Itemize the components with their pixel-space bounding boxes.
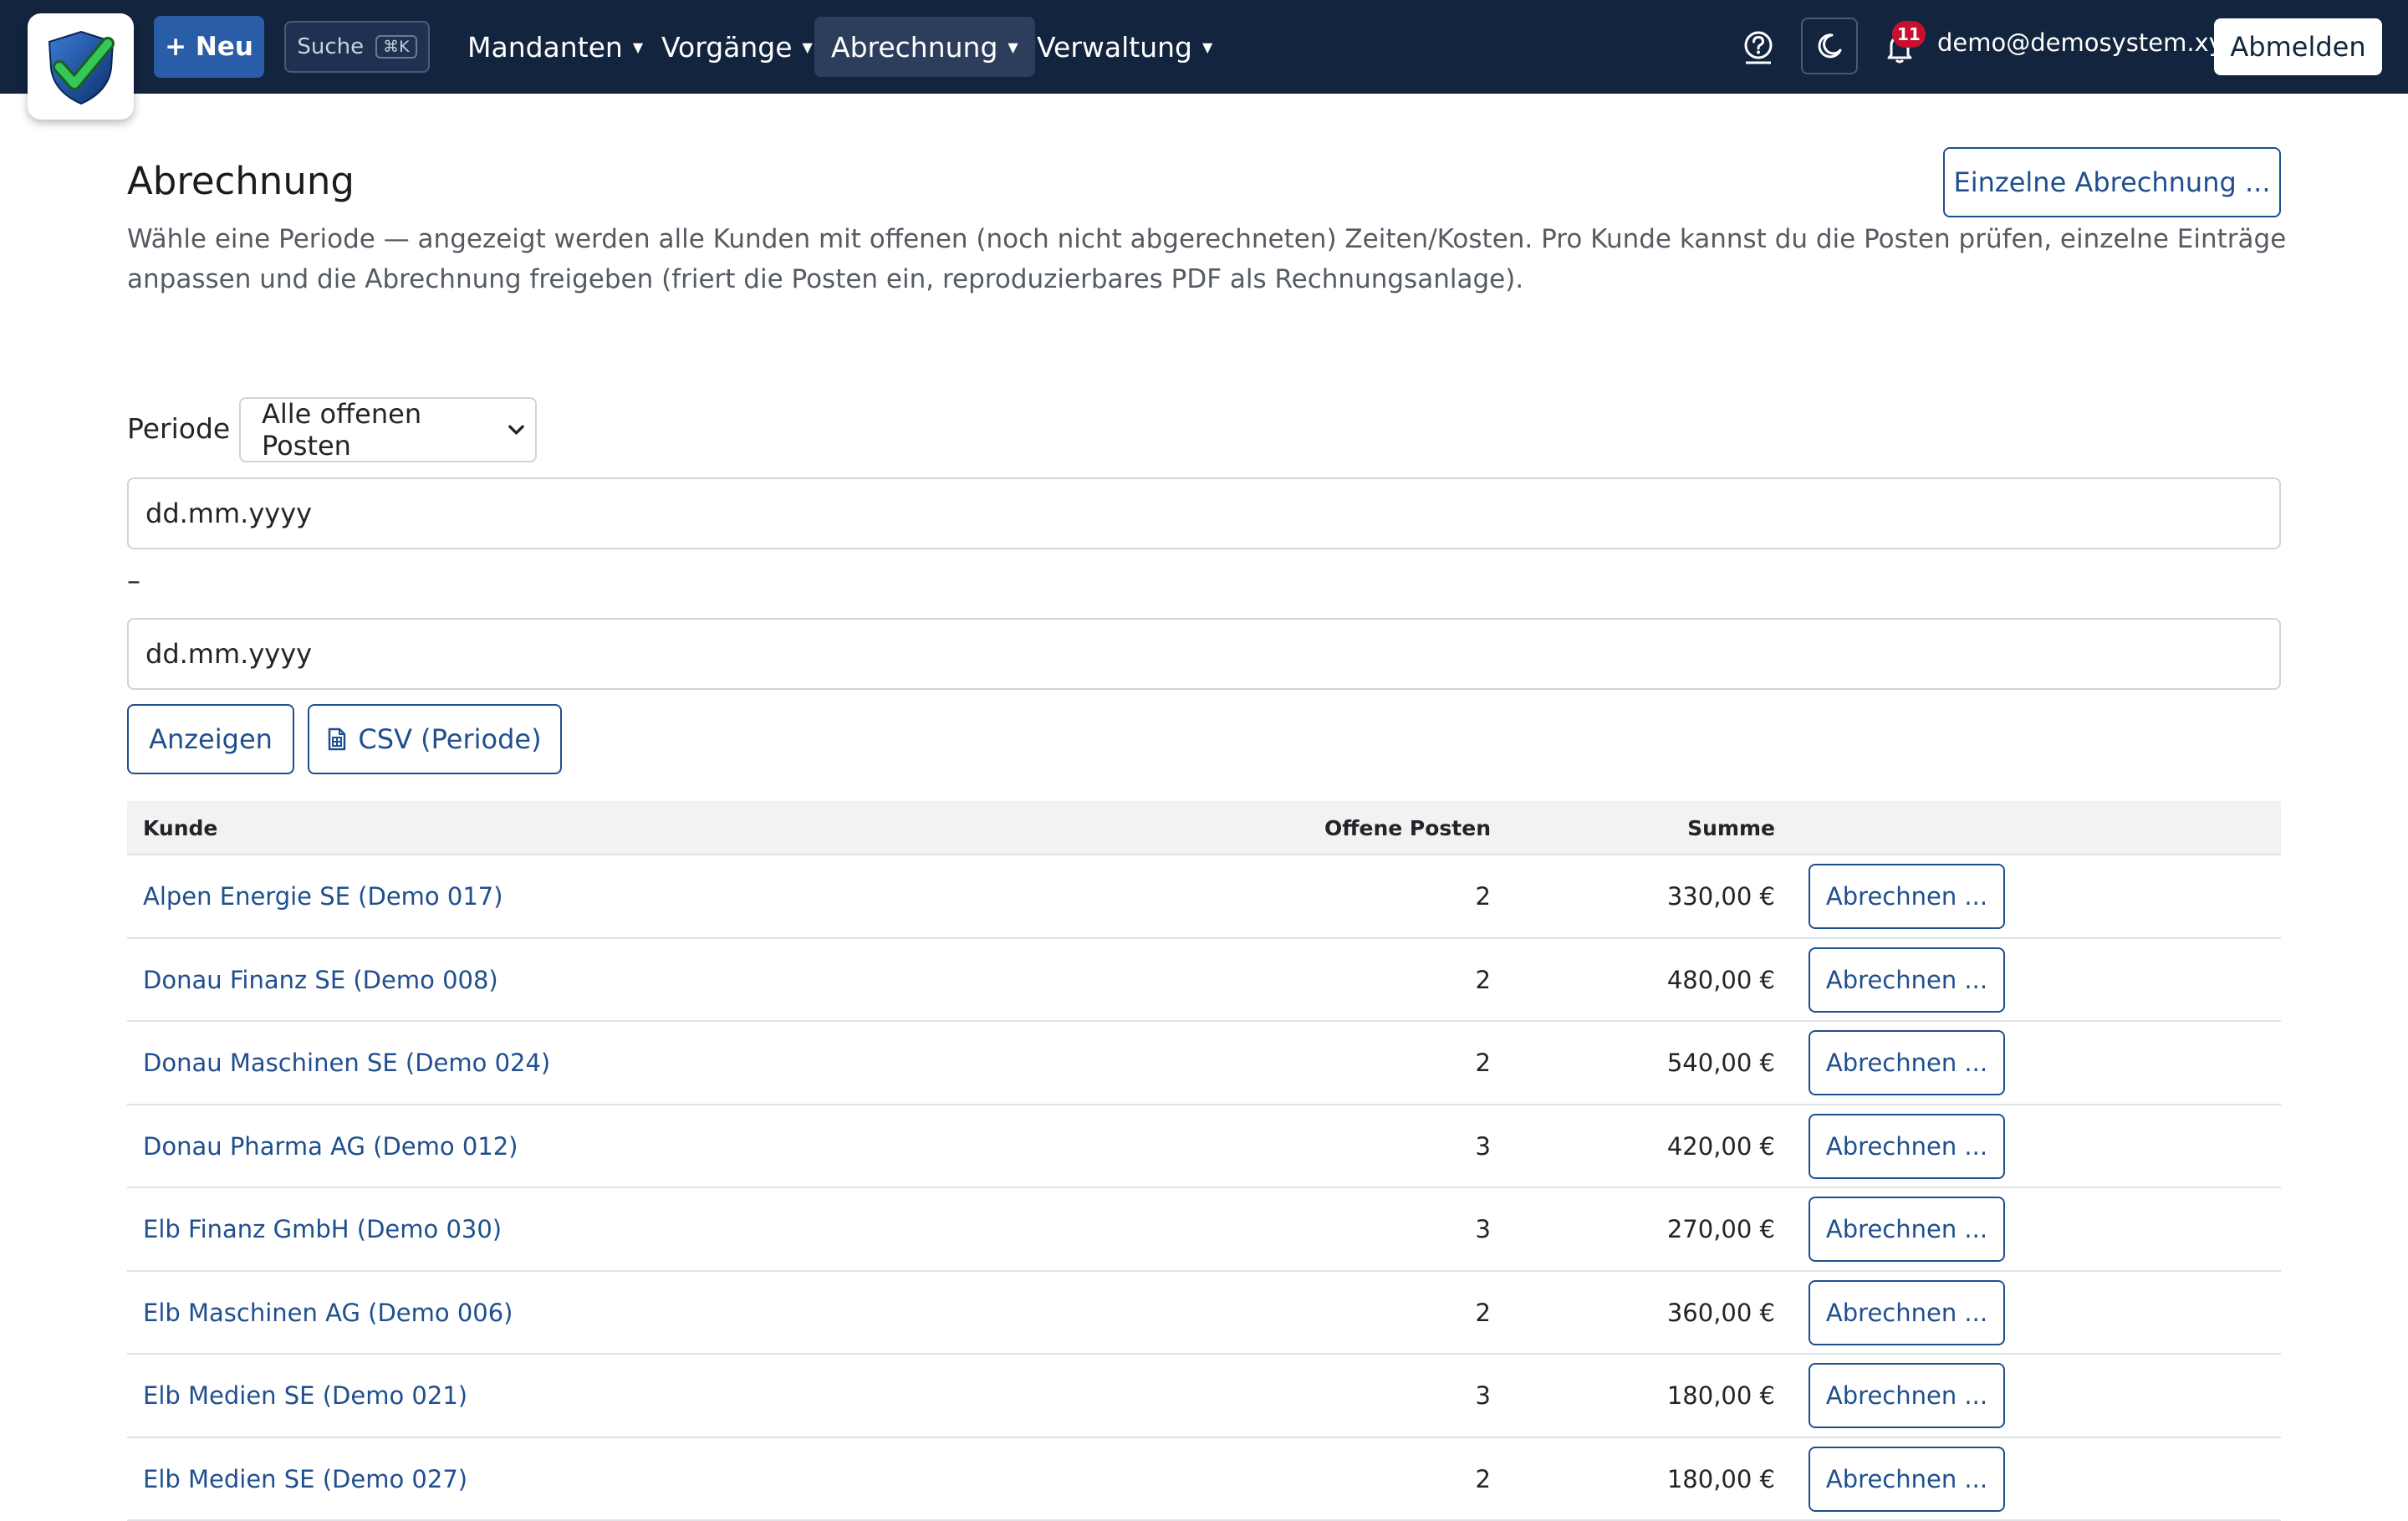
open-items-count: 3 xyxy=(1476,1381,1491,1410)
open-items-count: 2 xyxy=(1476,1465,1491,1493)
open-items-count: 2 xyxy=(1476,882,1491,911)
table-row: Donau Finanz SE (Demo 008) 2 480,00 € Ab… xyxy=(127,939,2281,1023)
csv-export-button[interactable]: CSV (Periode) xyxy=(308,704,562,774)
date-to-input[interactable]: dd.mm.yyyy xyxy=(127,618,2281,690)
help-icon xyxy=(1742,30,1774,65)
billing-table: Kunde Offene Posten Summe Alpen Energie … xyxy=(127,801,2281,1521)
open-items-count: 3 xyxy=(1476,1215,1491,1243)
nav-vorgaenge[interactable]: Vorgänge ▼ xyxy=(645,17,829,77)
column-header-sum: Summe xyxy=(1687,816,1775,840)
help-button[interactable] xyxy=(1739,28,1778,67)
chevron-down-icon xyxy=(508,424,525,436)
sum-value: 420,00 € xyxy=(1667,1132,1775,1161)
open-items-count: 2 xyxy=(1476,1049,1491,1077)
column-header-customer: Kunde xyxy=(143,816,217,840)
customer-link[interactable]: Elb Medien SE (Demo 027) xyxy=(143,1465,467,1493)
bill-customer-button[interactable]: Abrechnen ... xyxy=(1809,1197,2005,1262)
date-from-placeholder: dd.mm.yyyy xyxy=(145,498,312,529)
csv-export-label: CSV (Periode) xyxy=(358,723,541,755)
csv-file-icon xyxy=(328,727,346,751)
bill-customer-button[interactable]: Abrechnen ... xyxy=(1809,1280,2005,1345)
new-button[interactable]: + Neu xyxy=(154,16,264,78)
nav-abrechnung[interactable]: Abrechnung ▼ xyxy=(814,17,1035,77)
single-billing-button[interactable]: Einzelne Abrechnung ... xyxy=(1943,147,2281,217)
date-to-placeholder: dd.mm.yyyy xyxy=(145,638,312,670)
bill-customer-button[interactable]: Abrechnen ... xyxy=(1809,1447,2005,1512)
logout-button[interactable]: Abmelden xyxy=(2214,18,2382,75)
show-button[interactable]: Anzeigen xyxy=(127,704,294,774)
sum-value: 180,00 € xyxy=(1667,1465,1775,1493)
table-row: Elb Medien SE (Demo 021) 3 180,00 € Abre… xyxy=(127,1355,2281,1438)
bill-customer-button[interactable]: Abrechnen ... xyxy=(1809,1363,2005,1428)
period-select[interactable]: Alle offenen Posten xyxy=(239,397,537,462)
table-row: Donau Maschinen SE (Demo 024) 2 540,00 €… xyxy=(127,1022,2281,1105)
sum-value: 540,00 € xyxy=(1667,1049,1775,1077)
user-email: demo@demosystem.xyz xyxy=(1937,28,2236,57)
date-from-input[interactable]: dd.mm.yyyy xyxy=(127,477,2281,549)
sum-value: 270,00 € xyxy=(1667,1215,1775,1243)
open-items-count: 3 xyxy=(1476,1132,1491,1161)
customer-link[interactable]: Donau Finanz SE (Demo 008) xyxy=(143,966,498,994)
nav-verwaltung-label: Verwaltung xyxy=(1037,31,1192,64)
open-items-count: 2 xyxy=(1476,1299,1491,1327)
sum-value: 480,00 € xyxy=(1667,966,1775,994)
page-title: Abrechnung xyxy=(127,159,355,203)
nav-verwaltung[interactable]: Verwaltung ▼ xyxy=(1020,17,1229,77)
caret-down-icon: ▼ xyxy=(803,39,813,55)
date-range-separator: – xyxy=(127,564,140,596)
customer-link[interactable]: Alpen Energie SE (Demo 017) xyxy=(143,882,503,911)
table-row: Donau Pharma AG (Demo 012) 3 420,00 € Ab… xyxy=(127,1105,2281,1189)
sum-value: 330,00 € xyxy=(1667,882,1775,911)
customer-link[interactable]: Donau Pharma AG (Demo 012) xyxy=(143,1132,518,1161)
app-logo[interactable] xyxy=(28,13,134,120)
top-navbar: + Neu Suche ⌘K Mandanten ▼ Vorgänge ▼ Ab… xyxy=(0,0,2408,94)
nav-abrechnung-label: Abrechnung xyxy=(831,31,997,64)
customer-link[interactable]: Elb Maschinen AG (Demo 006) xyxy=(143,1299,513,1327)
caret-down-icon: ▼ xyxy=(633,39,643,55)
period-select-value: Alle offenen Posten xyxy=(262,398,508,462)
nav-mandanten[interactable]: Mandanten ▼ xyxy=(451,17,660,77)
table-row: Elb Medien SE (Demo 027) 2 180,00 € Abre… xyxy=(127,1438,2281,1521)
column-header-open-items: Offene Posten xyxy=(1324,816,1491,840)
bill-customer-button[interactable]: Abrechnen ... xyxy=(1809,1030,2005,1095)
search-shortcut: ⌘K xyxy=(375,35,416,59)
shield-check-logo-icon xyxy=(41,25,121,109)
search-button[interactable]: Suche ⌘K xyxy=(284,21,430,73)
customer-link[interactable]: Elb Medien SE (Demo 021) xyxy=(143,1381,467,1410)
page-description: Wähle eine Periode — angezeigt werden al… xyxy=(127,219,2293,299)
bill-customer-button[interactable]: Abrechnen ... xyxy=(1809,1114,2005,1179)
search-label: Suche xyxy=(297,34,364,59)
sum-value: 360,00 € xyxy=(1667,1299,1775,1327)
table-row: Elb Maschinen AG (Demo 006) 2 360,00 € A… xyxy=(127,1272,2281,1355)
nav-vorgaenge-label: Vorgänge xyxy=(661,31,793,64)
table-header: Kunde Offene Posten Summe xyxy=(127,801,2281,855)
caret-down-icon: ▼ xyxy=(1202,39,1212,55)
moon-icon xyxy=(1815,32,1844,60)
period-label: Periode xyxy=(127,412,230,445)
caret-down-icon: ▼ xyxy=(1008,39,1018,55)
notification-count-badge: 11 xyxy=(1892,21,1926,48)
bill-customer-button[interactable]: Abrechnen ... xyxy=(1809,947,2005,1013)
nav-mandanten-label: Mandanten xyxy=(467,31,623,64)
sum-value: 180,00 € xyxy=(1667,1381,1775,1410)
table-row: Alpen Energie SE (Demo 017) 2 330,00 € A… xyxy=(127,855,2281,939)
open-items-count: 2 xyxy=(1476,966,1491,994)
customer-link[interactable]: Donau Maschinen SE (Demo 024) xyxy=(143,1049,550,1077)
table-row: Elb Finanz GmbH (Demo 030) 3 270,00 € Ab… xyxy=(127,1188,2281,1272)
theme-toggle-button[interactable] xyxy=(1801,18,1858,74)
customer-link[interactable]: Elb Finanz GmbH (Demo 030) xyxy=(143,1215,502,1243)
bill-customer-button[interactable]: Abrechnen ... xyxy=(1809,864,2005,929)
